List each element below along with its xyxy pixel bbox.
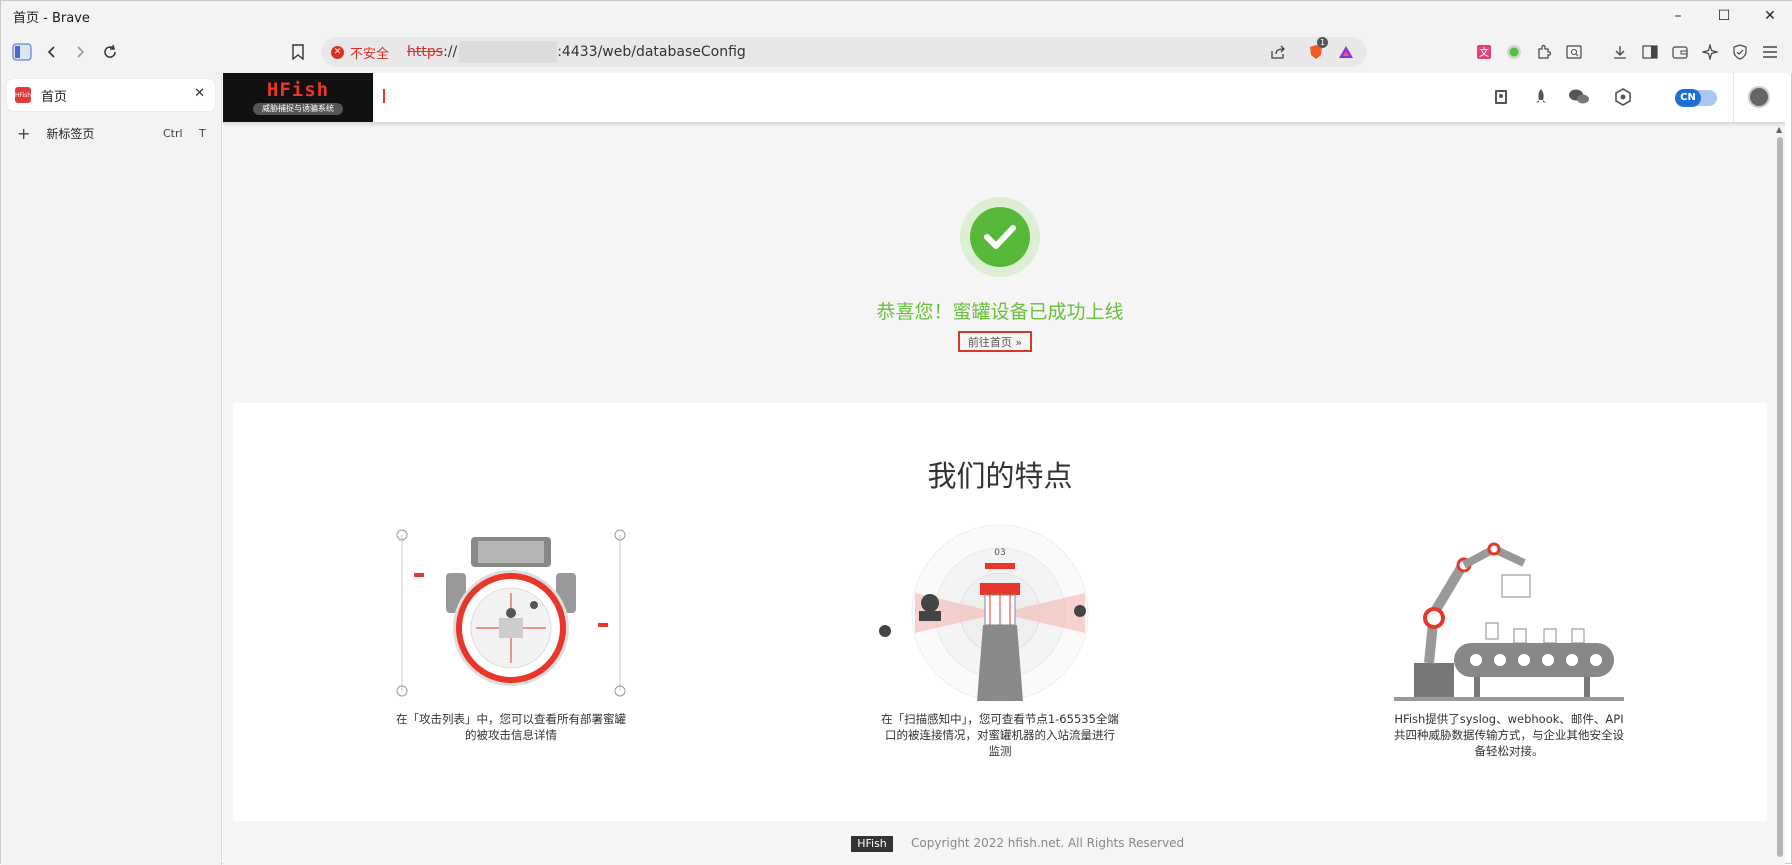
url-scheme: https: [407, 44, 444, 60]
download-icon[interactable]: [1609, 41, 1631, 63]
header-divider: [1733, 73, 1734, 122]
web-page: HFish 威胁捕捉与诱骗系统 CN ▲ 恭喜您！蜜罐设备已成功上线 前往首页 …: [223, 73, 1785, 865]
bookmark-icon[interactable]: [285, 39, 311, 65]
close-window-button[interactable]: ✕: [1747, 1, 1792, 31]
window-controls: – ☐ ✕: [1655, 1, 1792, 31]
robot-conveyor-illustration: [1394, 542, 1624, 701]
checkmark-icon: [970, 207, 1030, 267]
new-tab-button[interactable]: + 新标签页 Ctrl T: [7, 119, 215, 147]
insecure-warning-icon: ✕: [331, 45, 344, 59]
tab-title: 首页: [41, 89, 68, 105]
menu-icon[interactable]: [1759, 41, 1781, 63]
forward-icon[interactable]: [67, 39, 93, 65]
shields-count-badge: 1: [1317, 37, 1328, 48]
features-section: 我们的特点 在「攻击列表」中，您可以查看所有部署蜜罐的被攻击信息详情 03 在「…: [233, 403, 1767, 821]
user-avatar-icon[interactable]: [1748, 86, 1770, 108]
success-badge: [960, 197, 1040, 277]
translate-extension-icon[interactable]: 文: [1473, 41, 1495, 63]
plus-icon: +: [17, 123, 31, 143]
sidebar-panel-icon[interactable]: [1639, 41, 1661, 63]
language-label: CN: [1675, 89, 1701, 107]
minimize-button[interactable]: –: [1655, 1, 1701, 31]
maximize-button[interactable]: ☐: [1701, 1, 1747, 31]
header-indicator: [383, 89, 385, 103]
security-status[interactable]: 不安全: [350, 43, 389, 62]
scrollbar-thumb[interactable]: [1777, 137, 1783, 857]
new-tab-label: 新标签页: [46, 126, 95, 141]
radar-tower-illustration: 03: [879, 524, 1089, 702]
browser-toolbar: ✕ 不安全 https :// :4433/web/databaseConfig…: [1, 31, 1792, 73]
reload-icon[interactable]: [97, 39, 123, 65]
url-host-redacted: [459, 41, 558, 63]
leo-ai-icon[interactable]: [1699, 41, 1721, 63]
title-bar: 首页 - Brave – ☐ ✕: [1, 1, 1792, 31]
status-extension-icon[interactable]: [1503, 41, 1525, 63]
footer-brand-badge: HFish: [851, 836, 893, 852]
url-path: :4433/web/databaseConfig: [557, 44, 746, 60]
hfish-header: HFish 威胁捕捉与诱骗系统 CN: [223, 73, 1785, 122]
logo-subtitle: 威胁捕捉与诱骗系统: [253, 103, 343, 115]
hfish-favicon: HFish: [15, 87, 31, 103]
go-home-button[interactable]: 前往首页 »: [958, 331, 1032, 352]
share-icon[interactable]: [1265, 39, 1291, 65]
feature-description: HFish提供了syslog、webhook、邮件、API共四种威胁数据传输方式…: [1394, 712, 1624, 758]
scroll-up-icon[interactable]: ▲: [1776, 125, 1782, 134]
feature-description: 在「攻击列表」中，您可以查看所有部署蜜罐的被攻击信息详情: [396, 712, 626, 742]
vertical-tab-strip: HFish 首页 ✕ + 新标签页 Ctrl T: [1, 73, 222, 865]
success-message: 恭喜您！蜜罐设备已成功上线: [876, 301, 1124, 323]
svg-text:03: 03: [994, 548, 1005, 558]
feature-description: 在「扫描感知中」，您可查看节点1-65535全端口的被连接情况，对蜜罐机器的入站…: [881, 712, 1119, 758]
features-title: 我们的特点: [927, 459, 1073, 493]
hfish-logo[interactable]: HFish 威胁捕捉与诱骗系统: [223, 73, 373, 122]
back-icon[interactable]: [39, 39, 65, 65]
settings-hexagon-icon[interactable]: [1611, 85, 1635, 109]
wallet-icon[interactable]: [1669, 41, 1691, 63]
svg-text:文: 文: [1479, 46, 1489, 59]
tab-home[interactable]: HFish 首页 ✕: [7, 79, 215, 111]
tab-close-icon[interactable]: ✕: [194, 86, 205, 101]
address-bar[interactable]: ✕ 不安全 https :// :4433/web/databaseConfig…: [321, 37, 1367, 67]
attack-gauge-illustration: [396, 529, 626, 697]
shortcut-key-ctrl: Ctrl: [163, 126, 183, 140]
brave-shields-icon[interactable]: 1: [1303, 37, 1329, 65]
wechat-icon[interactable]: [1567, 85, 1591, 109]
sidebar-toggle-icon[interactable]: [9, 39, 35, 65]
page-footer: HFish Copyright 2022 hfish.net. All Righ…: [223, 833, 1775, 853]
footer-copyright: Copyright 2022 hfish.net. All Rights Res…: [911, 836, 1185, 850]
language-toggle[interactable]: CN: [1675, 89, 1717, 107]
search-tab-icon[interactable]: [1563, 41, 1585, 63]
page-scrollbar[interactable]: ▲: [1775, 125, 1785, 865]
extensions-puzzle-icon[interactable]: [1533, 41, 1555, 63]
url-separator: ://: [443, 44, 458, 60]
browser-window: 首页 - Brave – ☐ ✕ ✕ 不安全 https :// :4433/w…: [0, 0, 1792, 865]
brave-rewards-icon[interactable]: [1333, 39, 1359, 65]
vpn-shield-icon[interactable]: [1729, 41, 1751, 63]
docs-book-icon[interactable]: [1489, 85, 1513, 109]
shortcut-key-t: T: [199, 126, 206, 140]
rocket-icon[interactable]: [1529, 85, 1553, 109]
window-title: 首页 - Brave: [13, 10, 90, 26]
logo-text: HFish: [266, 79, 330, 101]
